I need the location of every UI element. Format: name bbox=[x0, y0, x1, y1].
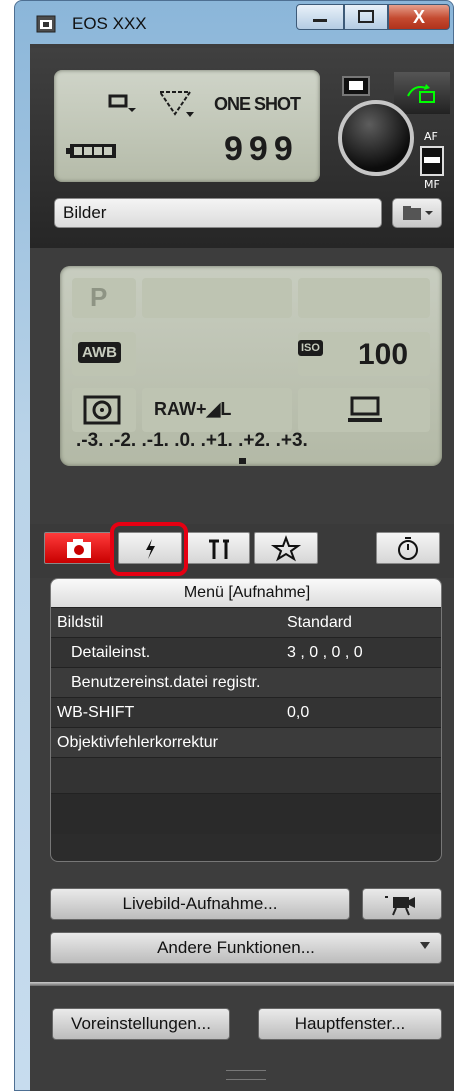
iso-label: ISO bbox=[298, 340, 323, 356]
tv-cell[interactable] bbox=[142, 278, 292, 318]
shooting-mode: P bbox=[90, 282, 108, 312]
exposure-scale: .-3. .-2. .-1. .0. .+1. .+2. .+3. bbox=[72, 430, 430, 464]
menu-row-lens-correction[interactable]: Objektivfehlerkorrektur bbox=[51, 727, 441, 758]
menu-row-label: Objektivfehlerkorrektur bbox=[57, 734, 218, 751]
battery-icon bbox=[66, 144, 116, 158]
menu-row-label: Bildstil bbox=[57, 614, 104, 631]
main-window-button[interactable]: Hauptfenster... bbox=[258, 1008, 442, 1040]
wb-cell[interactable]: AWB bbox=[72, 332, 136, 376]
menu-row-register-user-file[interactable]: Benutzereinst.datei registr. bbox=[51, 667, 441, 698]
other-functions-button[interactable]: Andere Funktionen... bbox=[50, 932, 442, 964]
av-cell[interactable] bbox=[298, 278, 430, 318]
tab-timer[interactable] bbox=[376, 532, 440, 564]
af-mode-text: ONE SHOT bbox=[214, 94, 301, 114]
white-balance: AWB bbox=[78, 342, 121, 363]
card-indicator bbox=[342, 76, 370, 96]
menu-row-empty bbox=[51, 793, 441, 834]
evaluative-metering-icon bbox=[83, 395, 121, 425]
tab-settings[interactable] bbox=[186, 532, 250, 564]
exposure-indicator bbox=[239, 458, 246, 464]
iso-value: 100 bbox=[358, 338, 409, 371]
settings-lcd: P AWB ISO 100 RAW+◢L .-3. .-2. .-1. .0. … bbox=[60, 266, 442, 466]
menu-row-picture-style[interactable]: Bildstil Standard bbox=[51, 607, 441, 638]
metering-icon bbox=[158, 91, 194, 117]
folder-select-button[interactable] bbox=[392, 198, 442, 228]
timer-icon bbox=[398, 537, 418, 560]
exposure-scale-text: .-3. .-2. .-1. .0. .+1. .+2. .+3. bbox=[76, 430, 308, 451]
window-title: EOS XXX bbox=[72, 14, 147, 33]
minimize-button[interactable] bbox=[296, 4, 344, 30]
movie-button[interactable] bbox=[362, 888, 442, 920]
quality-cell[interactable]: RAW+◢L bbox=[142, 388, 292, 432]
live-view-button[interactable]: Livebild-Aufnahme... bbox=[50, 888, 350, 920]
image-quality: RAW+◢L bbox=[154, 399, 232, 419]
menu-row-wb-shift[interactable]: WB-SHIFT 0,0 bbox=[51, 697, 441, 728]
menu-row-label: Benutzereinst.datei registr. bbox=[71, 674, 261, 691]
top-lcd: ONE SHOT 999 bbox=[54, 70, 320, 182]
destination-folder-field[interactable]: Bilder bbox=[54, 198, 382, 228]
menu-row-value: 3 , 0 , 0 , 0 bbox=[287, 644, 363, 661]
mf-label: MF bbox=[424, 178, 440, 191]
menu-row-label: Detaileinst. bbox=[71, 644, 151, 661]
rotate-icon bbox=[407, 84, 435, 103]
movie-camera-icon bbox=[385, 896, 415, 916]
af-mf-switch[interactable]: AF MF bbox=[414, 130, 454, 191]
drive-mode-icon bbox=[108, 94, 136, 112]
chevron-down-icon bbox=[420, 942, 430, 949]
folder-icon bbox=[403, 206, 433, 220]
app-icon bbox=[36, 15, 56, 33]
star-icon bbox=[270, 535, 302, 562]
af-label: AF bbox=[424, 130, 438, 143]
menu-row-detail-settings[interactable]: Detaileinst. 3 , 0 , 0 , 0 bbox=[51, 637, 441, 668]
divider bbox=[30, 982, 454, 986]
rotate-button[interactable] bbox=[394, 72, 450, 114]
computer-icon bbox=[348, 396, 382, 422]
tab-my-menu[interactable] bbox=[254, 532, 318, 564]
menu-row-label: WB-SHIFT bbox=[57, 704, 135, 721]
menu-row-value: Standard bbox=[287, 614, 352, 631]
shooting-menu-panel: Menü [Aufnahme] Bildstil Standard Detail… bbox=[50, 578, 442, 862]
menu-row-value: 0,0 bbox=[287, 704, 310, 721]
maximize-button[interactable] bbox=[344, 4, 388, 30]
menu-title: Menü [Aufnahme] bbox=[51, 579, 441, 607]
maximize-icon bbox=[358, 10, 374, 23]
eos-utility-window: EOS XXX X ONE SHOT 999 AF MF Bilder P AW… bbox=[0, 0, 454, 1091]
metering-cell[interactable] bbox=[72, 388, 136, 432]
save-to-pc-cell[interactable] bbox=[298, 388, 430, 432]
menu-row-empty bbox=[51, 757, 441, 794]
iso-cell[interactable]: ISO 100 bbox=[298, 332, 430, 376]
tab-shooting[interactable] bbox=[44, 532, 112, 564]
close-button[interactable]: X bbox=[388, 4, 450, 30]
shutter-button[interactable] bbox=[338, 100, 414, 176]
highlight-frame bbox=[110, 522, 188, 576]
resize-grip[interactable] bbox=[226, 1070, 266, 1080]
af-mf-toggle[interactable] bbox=[420, 146, 444, 176]
minimize-icon bbox=[313, 19, 327, 22]
shots-remaining: 999 bbox=[224, 130, 299, 168]
preferences-button[interactable]: Voreinstellungen... bbox=[52, 1008, 230, 1040]
mode-cell[interactable]: P bbox=[72, 278, 136, 318]
tools-icon bbox=[209, 539, 229, 559]
camera-icon bbox=[67, 539, 91, 558]
